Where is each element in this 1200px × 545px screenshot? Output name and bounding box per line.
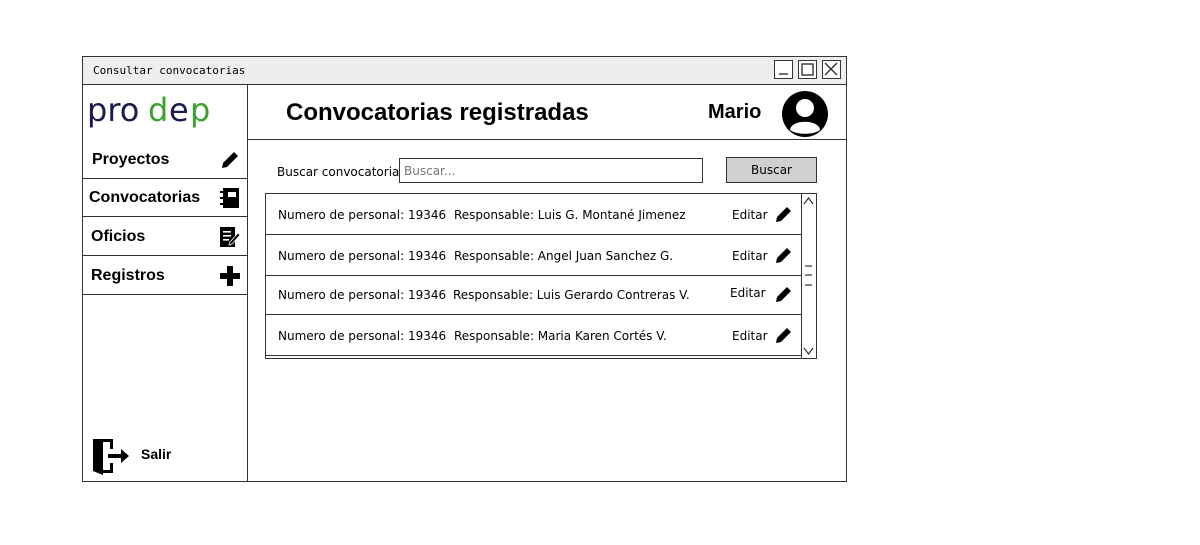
edit-link[interactable]: Editar: [730, 286, 766, 300]
chevron-up-icon[interactable]: [803, 197, 814, 205]
user-name: Mario: [708, 101, 762, 123]
maximize-button[interactable]: [798, 60, 817, 79]
search-button[interactable]: Buscar: [726, 157, 817, 183]
logout-label: Salir: [141, 446, 172, 462]
table-row: Numero de personal: 19346 Responsable: M…: [266, 315, 802, 356]
edit-link[interactable]: Editar: [732, 208, 768, 222]
table-row: Numero de personal: 19346 Responsable: A…: [266, 235, 802, 276]
minimize-button[interactable]: [774, 60, 793, 79]
search-input[interactable]: [399, 158, 703, 183]
sidebar-item-convocatorias[interactable]: Convocatorias: [83, 179, 247, 217]
logo-text-2: d: [148, 93, 168, 129]
page-header: Convocatorias registradas Mario: [248, 85, 846, 140]
numero-personal: Numero de personal: 19346: [278, 288, 447, 302]
numero-personal: Numero de personal: 19346: [278, 208, 447, 222]
maximize-icon: [801, 63, 814, 76]
responsable: Responsable: Luis Gerardo Contreras V.: [453, 288, 690, 302]
logo-text-4: p: [190, 93, 210, 129]
logo-text-1: pro: [87, 93, 139, 129]
search-label: Buscar convocatoria:: [277, 165, 404, 179]
logo-text-3: e: [169, 93, 189, 129]
edit-link[interactable]: Editar: [732, 329, 768, 343]
sidebar-item-label: Proyectos: [92, 151, 170, 168]
prodep-logo: pro d e p: [87, 93, 210, 129]
chevron-down-icon[interactable]: [803, 347, 814, 355]
sidebar-item-label: Convocatorias: [89, 189, 201, 206]
window-title: Consultar convocatorias: [93, 64, 246, 77]
sidebar: pro d e p Proyectos Convocatorias Oficio…: [83, 85, 248, 481]
sidebar-item-registros[interactable]: Registros: [83, 257, 247, 295]
notebook-icon: [220, 188, 239, 208]
responsable: Responsable: Maria Karen Cortés V.: [454, 329, 667, 343]
responsable: Responsable: Luis G. Montané Jimenez: [454, 208, 686, 222]
table-row: Numero de personal: 19346 Responsable: L…: [266, 194, 802, 235]
pencil-icon[interactable]: [774, 204, 794, 224]
table-row: Numero de personal: 19346 Responsable: L…: [266, 274, 802, 315]
minimize-icon: [779, 73, 788, 75]
pencil-icon[interactable]: [774, 245, 794, 265]
sidebar-item-proyectos[interactable]: Proyectos: [83, 141, 247, 179]
close-icon: [824, 62, 838, 76]
responsable: Responsable: Angel Juan Sanchez G.: [454, 249, 674, 263]
pencil-icon[interactable]: [774, 284, 794, 304]
logout-button[interactable]: Salir: [91, 437, 191, 477]
pencil-icon[interactable]: [774, 325, 794, 345]
exit-door-icon: [93, 439, 129, 475]
plus-icon: [220, 266, 240, 286]
results-list: Numero de personal: 19346 Responsable: L…: [265, 193, 817, 359]
document-edit-icon: [220, 227, 241, 247]
edit-link[interactable]: Editar: [732, 249, 768, 263]
scrollbar-graphic: [803, 197, 814, 355]
sidebar-item-oficios[interactable]: Oficios: [83, 218, 247, 256]
sidebar-item-label: Registros: [91, 267, 165, 284]
scrollbar[interactable]: [801, 194, 816, 358]
numero-personal: Numero de personal: 19346: [278, 329, 447, 343]
title-bar: Consultar convocatorias: [83, 57, 846, 85]
numero-personal: Numero de personal: 19346: [278, 249, 447, 263]
page-title: Convocatorias registradas: [286, 99, 589, 126]
pencil-icon: [222, 152, 238, 168]
avatar-icon[interactable]: [781, 90, 829, 138]
sidebar-item-label: Oficios: [91, 228, 146, 245]
close-button[interactable]: [822, 60, 841, 79]
